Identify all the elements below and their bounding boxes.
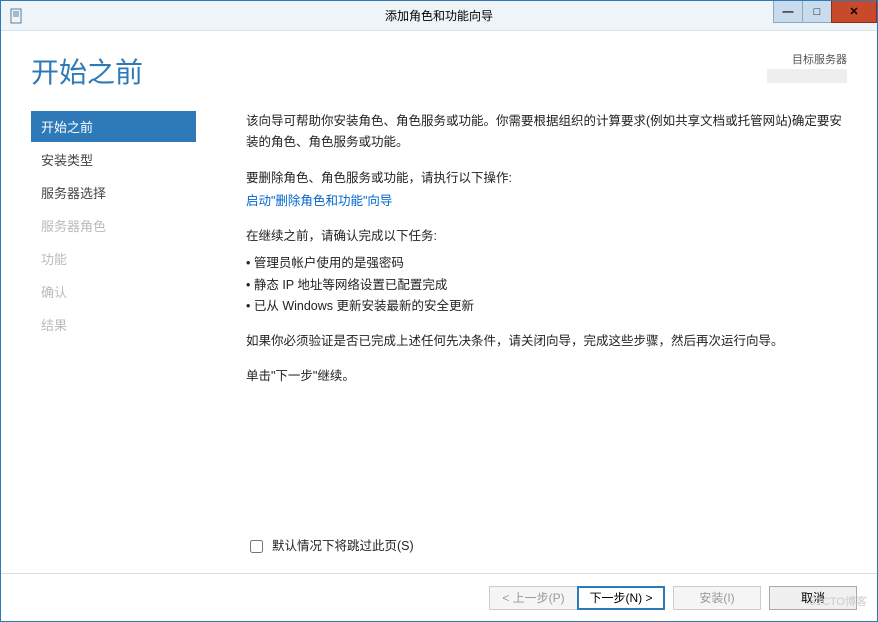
window-controls: — □ ✕ — [774, 1, 877, 23]
step-install-type[interactable]: 安装类型 — [31, 144, 196, 175]
wizard-body: 开始之前 安装类型 服务器选择 服务器角色 功能 确认 结果 该向导可帮助你安装… — [1, 101, 877, 573]
target-server-label: 目标服务器 — [792, 54, 847, 66]
wizard-window: 添加角色和功能向导 — □ ✕ 开始之前 目标服务器 开始之前 安装类型 服务器… — [0, 0, 878, 622]
next-button[interactable]: 下一步(N) > — [577, 586, 665, 610]
prereq-list: 管理员帐户使用的是强密码 静态 IP 地址等网络设置已配置完成 已从 Windo… — [246, 253, 847, 317]
minimize-button[interactable]: — — [773, 1, 803, 23]
page-title: 开始之前 — [31, 51, 143, 91]
skip-page-row: 默认情况下将跳过此页(S) — [246, 526, 847, 573]
intro-text: 该向导可帮助你安装角色、角色服务或功能。你需要根据组织的计算要求(例如共享文档或… — [246, 111, 847, 154]
previous-button: < 上一步(P) — [489, 586, 577, 610]
step-before-you-begin[interactable]: 开始之前 — [31, 111, 196, 142]
step-server-selection[interactable]: 服务器选择 — [31, 177, 196, 208]
prereq-item: 静态 IP 地址等网络设置已配置完成 — [246, 275, 847, 296]
remove-prompt: 要删除角色、角色服务或功能，请执行以下操作: — [246, 168, 847, 189]
prereq-item: 已从 Windows 更新安装最新的安全更新 — [246, 296, 847, 317]
target-server-value — [767, 69, 847, 83]
window-title: 添加角色和功能向导 — [1, 7, 877, 24]
sidebar: 开始之前 安装类型 服务器选择 服务器角色 功能 确认 结果 — [1, 101, 196, 573]
nav-button-group: < 上一步(P) 下一步(N) > — [489, 586, 665, 610]
skip-page-checkbox[interactable] — [250, 540, 263, 553]
step-server-roles: 服务器角色 — [31, 210, 196, 241]
step-confirm: 确认 — [31, 276, 196, 307]
remove-roles-link[interactable]: 启动"删除角色和功能"向导 — [246, 194, 392, 208]
maximize-button[interactable]: □ — [802, 1, 832, 23]
verify-note: 如果你必须验证是否已完成上述任何先决条件，请关闭向导，完成这些步骤，然后再次运行… — [246, 331, 847, 352]
cancel-button[interactable]: 取消 — [769, 586, 857, 610]
step-results: 结果 — [31, 309, 196, 340]
page-header: 开始之前 目标服务器 — [1, 31, 877, 101]
continue-note: 单击"下一步"继续。 — [246, 366, 847, 387]
confirm-prompt: 在继续之前，请确认完成以下任务: — [246, 226, 847, 247]
step-features: 功能 — [31, 243, 196, 274]
prereq-item: 管理员帐户使用的是强密码 — [246, 253, 847, 274]
install-button: 安装(I) — [673, 586, 761, 610]
footer: < 上一步(P) 下一步(N) > 安装(I) 取消 — [1, 573, 877, 621]
titlebar: 添加角色和功能向导 — □ ✕ — [1, 1, 877, 31]
app-icon — [7, 7, 25, 25]
target-server: 目标服务器 — [767, 51, 847, 83]
close-button[interactable]: ✕ — [831, 1, 877, 23]
content: 该向导可帮助你安装角色、角色服务或功能。你需要根据组织的计算要求(例如共享文档或… — [196, 101, 857, 573]
skip-page-label[interactable]: 默认情况下将跳过此页(S) — [272, 536, 414, 557]
